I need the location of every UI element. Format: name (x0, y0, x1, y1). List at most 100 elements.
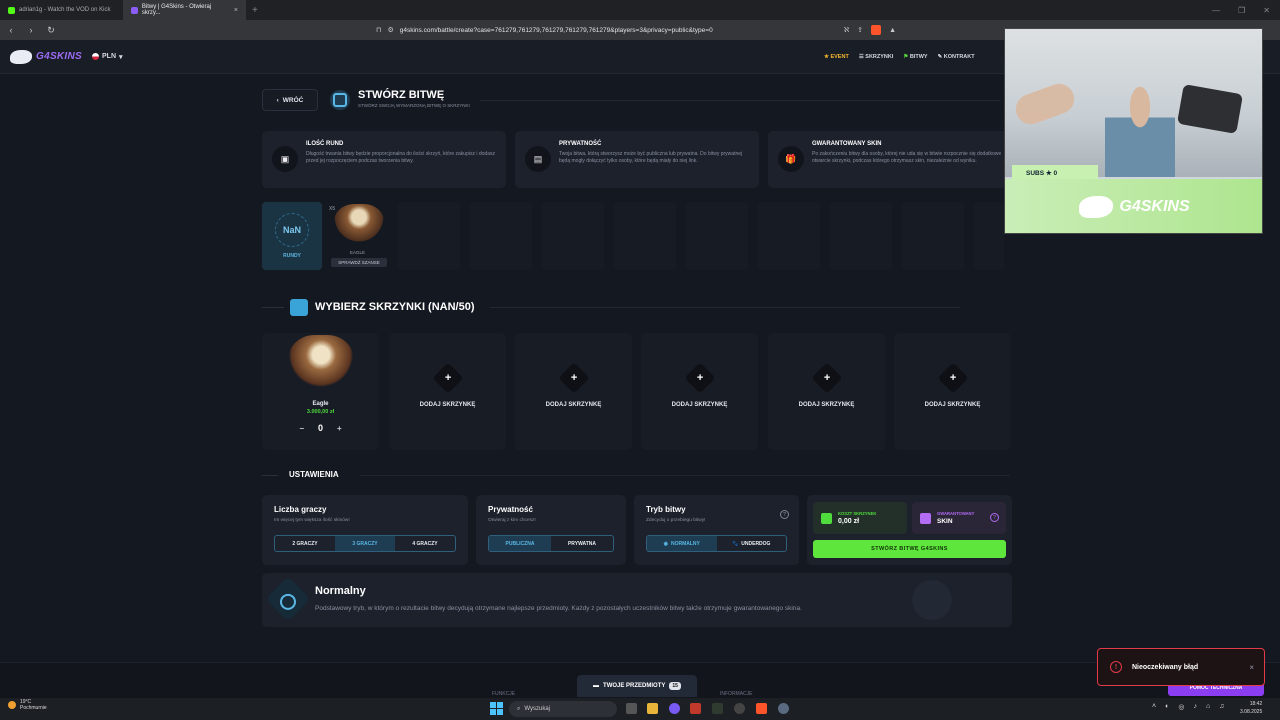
weather-desc: Pochmurnie (20, 705, 47, 711)
browser-tab-g4skins[interactable]: Bitwy | G4Skins - Otwieraj skrzy... × (123, 0, 246, 20)
selected-case-card[interactable]: Eagle 3.000,00 zł − 0 + (262, 333, 379, 450)
url-field[interactable]: ⊓ ⚙ g4skins.com/battle/create?case=76127… (376, 26, 896, 35)
round-empty-slot (542, 202, 604, 270)
minimize-icon[interactable]: — (1212, 6, 1220, 15)
help-icon[interactable]: ? (990, 513, 999, 522)
players-option-3[interactable]: 3 GRACZY (335, 536, 395, 551)
lion-logo-icon (1079, 196, 1114, 218)
app-icon[interactable] (712, 703, 723, 714)
site-info-icon[interactable]: ⚙ (387, 26, 393, 34)
clock[interactable]: 18:42 3.08.2025 (1240, 701, 1262, 716)
check-chances-button[interactable]: SPRAWDŹ SZANSE (331, 258, 387, 267)
players-option-2[interactable]: 2 GRACZY (275, 536, 335, 551)
browser-tab-kick[interactable]: adrian1g - Watch the VOD on Kick (0, 0, 123, 20)
settings-icon[interactable] (778, 703, 789, 714)
privacy-setting-card: Prywatność Otwieraj z kim chcesz! PUBLIC… (476, 495, 626, 565)
brave-shield-icon[interactable] (871, 25, 882, 35)
brave-icon[interactable] (756, 703, 767, 714)
nav-event[interactable]: ★ EVENT (824, 54, 849, 60)
your-items-tab[interactable]: ▬ TWOJE PRZEDMIOTY 15 (577, 675, 697, 697)
steam-icon[interactable]: ◎ (1178, 703, 1184, 711)
nav-kontrakt[interactable]: ✎ KONTRAKT (938, 54, 975, 60)
gift-icon (920, 512, 931, 524)
case-section-icon (290, 299, 308, 316)
add-case-slot[interactable]: + DODAJ SKRZYNKĘ (389, 333, 506, 450)
obs-icon[interactable] (734, 703, 745, 714)
nav-skrzynki-label: SKRZYNKI (865, 53, 894, 60)
currency-selector[interactable]: PLN ▾ (92, 53, 123, 61)
add-case-slot[interactable]: + DODAJ SKRZYNKĘ (641, 333, 758, 450)
mode-setting-card: Tryb bitwy Zdecyduj o przebiegu bitwy! ?… (634, 495, 799, 565)
settings-title: USTAWIENIA (289, 470, 339, 479)
create-battle-button[interactable]: STWÓRZ BITWĘ G4SKINS (813, 540, 1006, 558)
help-icon[interactable]: ? (780, 510, 789, 519)
privacy-option-public[interactable]: PUBLICZNA (489, 536, 551, 551)
nav-bitwy[interactable]: ⚑ BITWY (903, 54, 927, 60)
volume-icon[interactable]: ♫ (1219, 703, 1224, 711)
round-empty-slot (614, 202, 676, 270)
back-button[interactable]: ‹ WRÓĆ (262, 89, 318, 111)
mode-title: Tryb bitwy (646, 505, 686, 514)
mode-option-label: UNDERDOG (741, 540, 771, 547)
site-logo[interactable]: G4SKINS (10, 49, 82, 64)
increase-button[interactable]: + (337, 424, 342, 433)
reload-icon[interactable]: ↻ (46, 25, 56, 36)
case-price: 3.000,00 zł (306, 409, 335, 415)
close-icon[interactable]: × (1249, 663, 1254, 672)
add-case-slot[interactable]: + DODAJ SKRZYNKĘ (515, 333, 632, 450)
file-explorer-icon[interactable] (647, 703, 658, 714)
nav-kontrakt-label: KONTRAKT (943, 53, 975, 60)
streamer-image (1105, 77, 1175, 177)
new-tab-icon[interactable]: + (252, 5, 258, 16)
error-message: Nieoczekiwany błąd (1132, 663, 1199, 671)
streamer-arm-image (1011, 79, 1079, 129)
back-arrow-icon[interactable]: ‹ (6, 25, 16, 35)
tab-label: adrian1g - Watch the VOD on Kick (19, 7, 111, 13)
taskbar-search[interactable]: ⌕ Wyszukaj (509, 701, 617, 717)
weather-widget[interactable]: 19°C Pochmurnie (8, 699, 47, 711)
network-icon[interactable]: ⌂ (1206, 703, 1210, 711)
nav-bitwy-label: BITWY (909, 53, 928, 60)
lion-logo-icon (10, 49, 32, 64)
plus-symbol: + (696, 372, 703, 384)
players-option-4[interactable]: 4 GRACZY (395, 536, 455, 551)
decrease-button[interactable]: − (299, 424, 304, 433)
battle-title-icon (330, 90, 350, 110)
bookmark-icon[interactable]: ⊓ (376, 26, 381, 34)
brave-rewards-icon[interactable]: ▲ (889, 27, 896, 34)
app-icon[interactable] (669, 703, 680, 714)
chevron-up-icon[interactable]: ˄ (1152, 703, 1156, 711)
translate-icon[interactable]: ℵ (844, 26, 849, 34)
mode-option-underdog[interactable]: 🐾 UNDERDOG (717, 536, 787, 551)
players-hint: Im więcej tym większa ilość skinów! (274, 518, 350, 523)
nav-event-label: EVENT (830, 53, 849, 60)
currency-label: PLN (102, 53, 117, 60)
add-case-slot[interactable]: + DODAJ SKRZYNKĘ (894, 333, 1011, 450)
privacy-selector: PUBLICZNA PRYWATNA (488, 535, 614, 552)
info-card-privacy: ▤ PRYWATNOŚĆ Twoja bitwa, którą stworzysz… (515, 131, 759, 188)
microphone-image (1176, 84, 1244, 134)
privacy-option-private[interactable]: PRYWATNA (551, 536, 613, 551)
rounds-counter: NaN RUNDY (262, 202, 322, 270)
close-window-icon[interactable]: ✕ (1263, 6, 1270, 15)
app-icon[interactable] (690, 703, 701, 714)
page-title: STWÓRZ BITWĘ (358, 89, 445, 101)
share-icon[interactable]: ⇪ (857, 26, 863, 34)
gift-icon: 🎁 (778, 146, 804, 172)
tray-app-icon[interactable]: ◐ (1165, 703, 1169, 711)
windows-start-icon[interactable] (490, 702, 503, 715)
players-selector: 2 GRACZY 3 GRACZY 4 GRACZY (274, 535, 456, 552)
round-empty-slot (470, 202, 532, 270)
mode-option-normal[interactable]: ◉ NORMALNY (647, 536, 717, 551)
forward-arrow-icon[interactable]: › (26, 25, 36, 35)
mic-icon[interactable]: ♪ (1193, 703, 1197, 711)
paw-icon: 🐾 (732, 540, 739, 547)
close-tab-icon[interactable]: × (234, 7, 238, 14)
webcam-overlay: SUBS ★ 0 G4SKINS (1004, 28, 1263, 234)
maximize-icon[interactable]: ❐ (1238, 6, 1245, 15)
task-view-icon[interactable] (626, 703, 637, 714)
add-case-slot[interactable]: + DODAJ SKRZYNKĘ (768, 333, 885, 450)
choose-cases-title: WYBIERZ SKRZYNKI (NAN/50) (315, 301, 475, 313)
nav-skrzynki[interactable]: ☰ SKRZYNKI (859, 54, 894, 60)
subs-counter: SUBS ★ 0 (1012, 165, 1098, 180)
